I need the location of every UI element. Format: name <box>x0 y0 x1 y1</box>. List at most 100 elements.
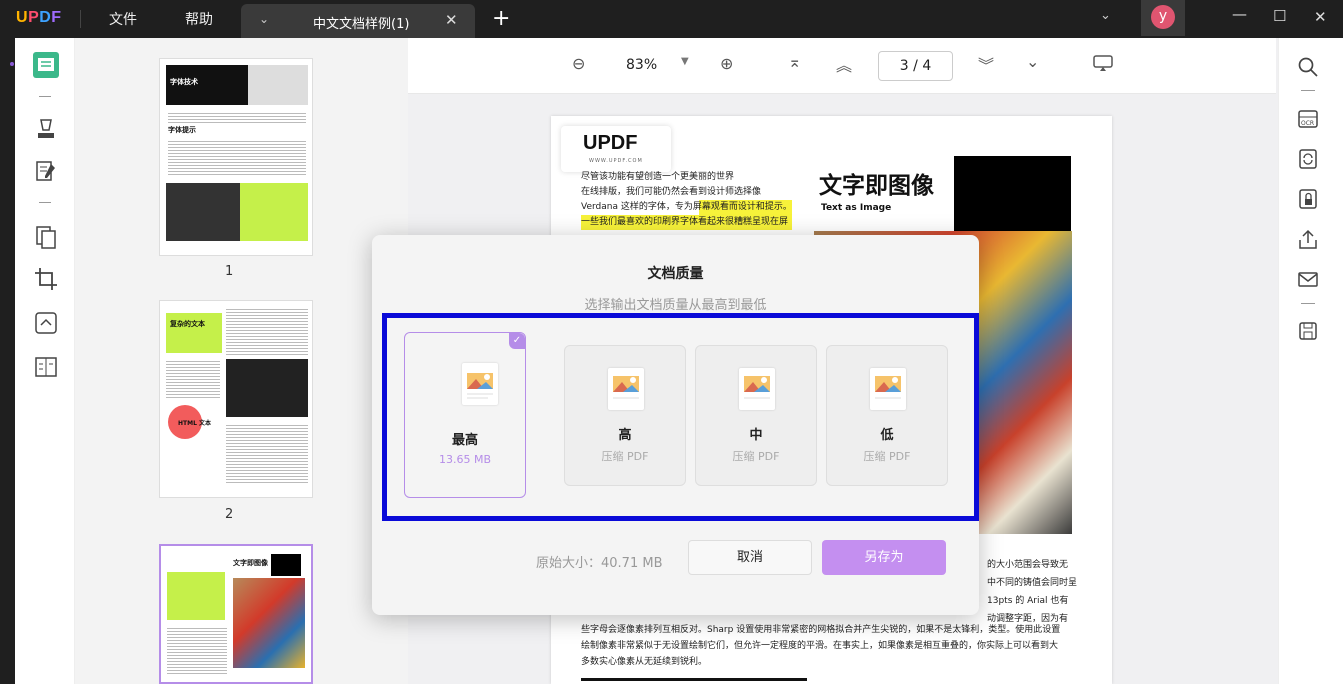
document-subheading: Text as Image <box>821 203 892 213</box>
doc-line: 在线排版，我们可能仍然会看到设计师选择像 <box>581 187 762 197</box>
pdf-document-icon <box>462 363 498 405</box>
menu-file[interactable]: 文件 <box>109 9 137 29</box>
current-page: 3 <box>899 58 909 74</box>
minimize-icon[interactable]: — <box>1232 5 1247 23</box>
crop-icon[interactable] <box>33 266 59 292</box>
divider <box>39 202 51 203</box>
dialog-subtitle: 选择输出文档质量从最高到最低 <box>584 298 767 313</box>
total-pages: 4 <box>922 58 932 74</box>
email-icon[interactable] <box>1297 268 1319 290</box>
thumb-heading: 字体技术 <box>170 78 198 86</box>
tab-close-icon[interactable]: ✕ <box>445 11 458 29</box>
save-icon[interactable] <box>1297 320 1319 342</box>
option-size: 13.65 MB <box>438 453 492 466</box>
convert-pdf-icon[interactable] <box>1297 148 1319 170</box>
divider <box>581 678 807 681</box>
right-toolbar: OCR <box>1278 38 1343 684</box>
document-logo-box: UPDF WWW.UPDF.COM <box>561 126 671 172</box>
share-icon[interactable] <box>1297 228 1319 250</box>
thumb-subheading: 字体提示 <box>168 126 196 134</box>
option-label: 中 <box>749 428 763 443</box>
presentation-icon[interactable] <box>1093 54 1113 76</box>
close-window-icon[interactable]: ✕ <box>1314 8 1327 26</box>
last-page-icon[interactable]: ⌄ <box>1026 52 1039 71</box>
doc-bottom-line: 些字母会逐像素排列互相反对。Sharp 设置使用非常紧密的网格拟合并产生尖锐的，… <box>581 625 1061 635</box>
svg-text:OCR: OCR <box>1301 120 1314 127</box>
option-label: 低 <box>880 428 894 443</box>
page-separator: / <box>913 58 918 74</box>
divider <box>1301 303 1315 304</box>
document-text-block: 尽管该功能有望创造一个更美丽的世界 在线排版，我们可能仍然会看到设计师选择像 V… <box>581 170 792 230</box>
tabs-dropdown-icon[interactable]: ⌄ <box>1100 8 1111 23</box>
cancel-button[interactable]: 取消 <box>688 540 812 575</box>
doc-bottom-line: 绘制像素非常紧似于无设置绘制它们，但允许一定程度的平滑。在事实上，如果像素是相互… <box>581 641 1059 651</box>
document-paragraph: 些字母会逐像素排列互相反对。Sharp 设置使用非常紧密的网格拟合并产生尖锐的，… <box>581 622 1060 670</box>
thumbnail-panel: 字体技术 字体提示 1 复杂的文本 HTML 文本 2 文字即图像 <box>75 38 408 684</box>
organize-pages-icon[interactable] <box>33 224 59 250</box>
document-heading: 文字即图像 <box>819 173 934 199</box>
next-page-icon[interactable]: ︾ <box>978 52 994 76</box>
doc-line: 尽管该功能有望创造一个更美丽的世界 <box>581 172 735 182</box>
zoom-level[interactable]: 83% <box>626 57 657 73</box>
quality-option-medium[interactable]: 中 压缩 PDF <box>695 345 817 486</box>
document-tab[interactable]: ⌄ 中文文档样例(1) ✕ <box>241 4 475 38</box>
convert-icon[interactable] <box>33 310 59 336</box>
save-as-button[interactable]: 另存为 <box>822 540 946 575</box>
doc-line: Verdana 这样的字体，专为屏幕观看而设计和提示。 <box>581 200 792 215</box>
reader-mode-icon[interactable] <box>33 52 59 78</box>
left-toolbar <box>15 38 75 684</box>
quality-option-highest[interactable]: ✓ 最高 13.65 MB <box>404 332 526 498</box>
option-label: 高 <box>618 428 632 443</box>
avatar[interactable]: y <box>1151 5 1175 29</box>
tab-title: 中文文档样例(1) <box>313 17 410 32</box>
thumb-heading: 复杂的文本 <box>170 320 205 328</box>
first-page-icon[interactable]: ⌅ <box>788 52 801 71</box>
doc-right-line: 13pts 的 Arial 也有 <box>987 596 1069 606</box>
doc-right-line: 的大小范围会导致无 <box>987 560 1069 570</box>
black-block <box>954 156 1071 231</box>
zoom-out-icon[interactable]: ⊖ <box>572 54 585 73</box>
page-indicator[interactable]: 3 / 4 <box>878 51 953 81</box>
maximize-icon[interactable]: ☐ <box>1273 7 1286 25</box>
page-number-1: 1 <box>225 264 234 279</box>
app-logo: UPDF <box>16 9 62 26</box>
new-tab-icon[interactable]: + <box>492 6 510 31</box>
document-logo: UPDF <box>583 132 638 154</box>
option-detail: 压缩 PDF <box>863 450 911 463</box>
panel-indicator-dot <box>10 62 14 66</box>
doc-bottom-line: 多数实心像素从无延续到锐利。 <box>581 657 708 667</box>
menu-help[interactable]: 帮助 <box>185 9 213 29</box>
page-number-2: 2 <box>225 507 234 522</box>
thumbnail-page-2[interactable]: 复杂的文本 HTML 文本 <box>159 300 313 498</box>
doc-line: 一些我们最喜欢的印刷界字体看起来很糟糕呈现在屏 <box>581 215 792 230</box>
search-icon[interactable] <box>1297 56 1319 78</box>
divider <box>1301 90 1315 91</box>
document-right-column: 的大小范围会导致无 中不同的铸值会同时呈 13pts 的 Arial 也有 动调… <box>987 556 1077 628</box>
title-bar: UPDF 文件 帮助 ⌄ 中文文档样例(1) ✕ + ⌄ y — ☐ ✕ <box>0 0 1343 38</box>
zoom-dropdown-icon[interactable]: ▼ <box>681 56 689 67</box>
document-logo-url: WWW.UPDF.COM <box>589 158 643 164</box>
thumb-badge: HTML 文本 <box>178 420 211 427</box>
original-size: 原始大小：40.71 MB <box>536 556 663 571</box>
option-detail: 压缩 PDF <box>732 450 780 463</box>
document-quality-dialog: 文档质量 选择输出文档质量从最高到最低 ✓ 最高 13.65 MB 高 压缩 P… <box>372 235 979 615</box>
pdf-document-icon <box>870 368 906 410</box>
ocr-icon[interactable]: OCR <box>1297 108 1319 130</box>
view-toolbar: ⊖ 83% ▼ ⊕ ⌅ ︽ 3 / 4 ︾ ⌄ <box>408 38 1276 94</box>
quality-option-low[interactable]: 低 压缩 PDF <box>826 345 948 486</box>
check-icon: ✓ <box>509 333 525 349</box>
divider <box>39 96 51 97</box>
forms-icon[interactable] <box>33 354 59 380</box>
tab-dropdown-icon[interactable]: ⌄ <box>259 12 269 26</box>
zoom-in-icon[interactable]: ⊕ <box>720 54 733 73</box>
thumb-heading: 文字即图像 <box>233 559 268 567</box>
quality-option-high[interactable]: 高 压缩 PDF <box>564 345 686 486</box>
previous-page-icon[interactable]: ︽ <box>836 52 852 76</box>
thumbnail-page-3[interactable]: 文字即图像 <box>159 544 313 684</box>
comment-icon[interactable] <box>33 116 59 142</box>
option-label: 最高 <box>451 433 478 448</box>
protect-icon[interactable] <box>1297 188 1319 210</box>
edit-pdf-icon[interactable] <box>33 158 59 184</box>
thumbnail-page-1[interactable]: 字体技术 字体提示 <box>159 58 313 256</box>
divider <box>80 10 81 28</box>
